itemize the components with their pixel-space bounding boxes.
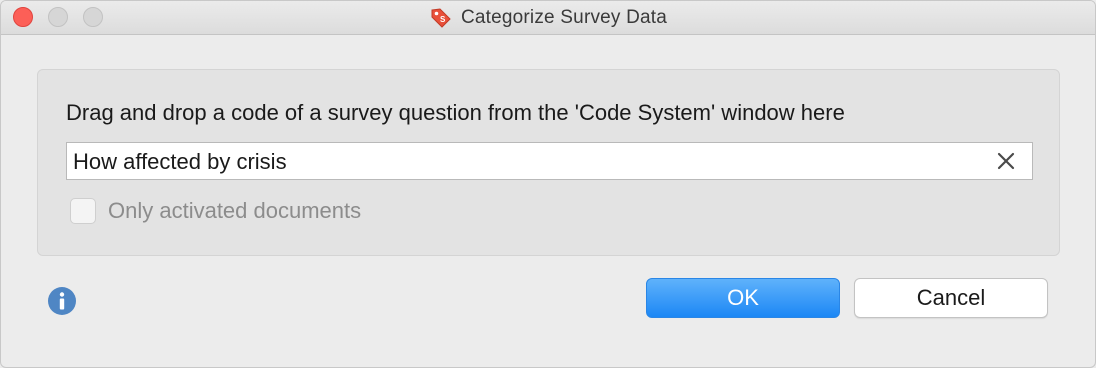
cancel-button[interactable]: Cancel: [854, 278, 1048, 318]
dialog-window: S Categorize Survey Data Drag and drop a…: [0, 0, 1096, 368]
only-activated-documents-checkbox[interactable]: [70, 198, 96, 224]
only-activated-documents-row[interactable]: Only activated documents: [70, 198, 361, 224]
title-bar[interactable]: S Categorize Survey Data: [1, 1, 1095, 35]
svg-text:S: S: [440, 15, 446, 24]
title-wrap: S Categorize Survey Data: [1, 1, 1095, 34]
window-title: Categorize Survey Data: [460, 6, 668, 28]
clear-field-icon[interactable]: [996, 151, 1016, 171]
tag-icon: S: [429, 6, 453, 30]
survey-question-drop-field[interactable]: How affected by crisis: [66, 142, 1033, 180]
drop-field-value: How affected by crisis: [73, 149, 287, 174]
instruction-text: Drag and drop a code of a survey questio…: [66, 100, 845, 125]
only-activated-documents-label: Only activated documents: [108, 198, 362, 223]
ok-button[interactable]: OK: [646, 278, 840, 318]
settings-panel: Drag and drop a code of a survey questio…: [37, 69, 1060, 256]
info-icon[interactable]: [47, 286, 77, 316]
